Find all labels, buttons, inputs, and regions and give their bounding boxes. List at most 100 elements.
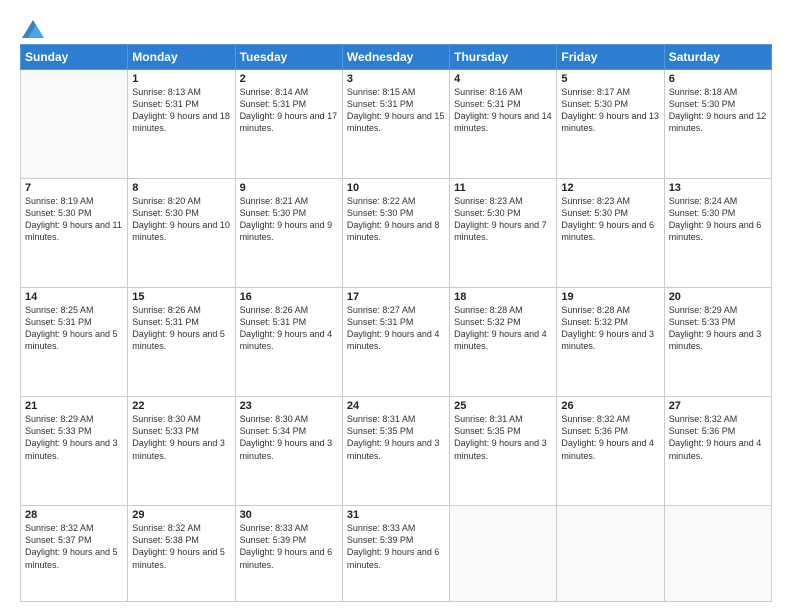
weekday-header-saturday: Saturday [664,45,771,70]
calendar-cell: 29Sunrise: 8:32 AMSunset: 5:38 PMDayligh… [128,506,235,602]
cell-info: Sunrise: 8:30 AMSunset: 5:34 PMDaylight:… [240,413,338,462]
calendar-cell: 16Sunrise: 8:26 AMSunset: 5:31 PMDayligh… [235,288,342,397]
calendar-cell: 5Sunrise: 8:17 AMSunset: 5:30 PMDaylight… [557,70,664,179]
calendar-cell [664,506,771,602]
weekday-header-monday: Monday [128,45,235,70]
day-number: 10 [347,182,445,194]
day-number: 16 [240,291,338,303]
calendar-cell: 25Sunrise: 8:31 AMSunset: 5:35 PMDayligh… [450,397,557,506]
day-number: 26 [561,400,659,412]
calendar-cell: 28Sunrise: 8:32 AMSunset: 5:37 PMDayligh… [21,506,128,602]
calendar-cell: 15Sunrise: 8:26 AMSunset: 5:31 PMDayligh… [128,288,235,397]
day-number: 13 [669,182,767,194]
calendar-cell: 4Sunrise: 8:16 AMSunset: 5:31 PMDaylight… [450,70,557,179]
calendar-cell: 2Sunrise: 8:14 AMSunset: 5:31 PMDaylight… [235,70,342,179]
calendar-cell: 10Sunrise: 8:22 AMSunset: 5:30 PMDayligh… [342,179,449,288]
calendar-cell [450,506,557,602]
day-number: 11 [454,182,552,194]
cell-info: Sunrise: 8:22 AMSunset: 5:30 PMDaylight:… [347,195,445,244]
day-number: 25 [454,400,552,412]
day-number: 15 [132,291,230,303]
calendar-cell: 26Sunrise: 8:32 AMSunset: 5:36 PMDayligh… [557,397,664,506]
day-number: 2 [240,73,338,85]
cell-info: Sunrise: 8:23 AMSunset: 5:30 PMDaylight:… [454,195,552,244]
cell-info: Sunrise: 8:27 AMSunset: 5:31 PMDaylight:… [347,304,445,353]
weekday-header-thursday: Thursday [450,45,557,70]
day-number: 8 [132,182,230,194]
calendar-cell [557,506,664,602]
calendar-cell: 11Sunrise: 8:23 AMSunset: 5:30 PMDayligh… [450,179,557,288]
cell-info: Sunrise: 8:19 AMSunset: 5:30 PMDaylight:… [25,195,123,244]
day-number: 18 [454,291,552,303]
cell-info: Sunrise: 8:33 AMSunset: 5:39 PMDaylight:… [347,522,445,571]
calendar-cell: 21Sunrise: 8:29 AMSunset: 5:33 PMDayligh… [21,397,128,506]
calendar-cell: 12Sunrise: 8:23 AMSunset: 5:30 PMDayligh… [557,179,664,288]
calendar-cell: 22Sunrise: 8:30 AMSunset: 5:33 PMDayligh… [128,397,235,506]
calendar-cell: 14Sunrise: 8:25 AMSunset: 5:31 PMDayligh… [21,288,128,397]
day-number: 5 [561,73,659,85]
day-number: 30 [240,509,338,521]
day-number: 7 [25,182,123,194]
calendar-week-5: 28Sunrise: 8:32 AMSunset: 5:37 PMDayligh… [21,506,772,602]
day-number: 27 [669,400,767,412]
day-number: 24 [347,400,445,412]
calendar-cell: 6Sunrise: 8:18 AMSunset: 5:30 PMDaylight… [664,70,771,179]
weekday-header-sunday: Sunday [21,45,128,70]
day-number: 29 [132,509,230,521]
cell-info: Sunrise: 8:33 AMSunset: 5:39 PMDaylight:… [240,522,338,571]
cell-info: Sunrise: 8:31 AMSunset: 5:35 PMDaylight:… [347,413,445,462]
cell-info: Sunrise: 8:32 AMSunset: 5:37 PMDaylight:… [25,522,123,571]
logo-icon [22,20,44,38]
day-number: 19 [561,291,659,303]
day-number: 31 [347,509,445,521]
calendar-cell: 27Sunrise: 8:32 AMSunset: 5:36 PMDayligh… [664,397,771,506]
calendar-cell: 9Sunrise: 8:21 AMSunset: 5:30 PMDaylight… [235,179,342,288]
calendar-cell: 31Sunrise: 8:33 AMSunset: 5:39 PMDayligh… [342,506,449,602]
calendar-cell: 3Sunrise: 8:15 AMSunset: 5:31 PMDaylight… [342,70,449,179]
day-number: 9 [240,182,338,194]
calendar-cell: 23Sunrise: 8:30 AMSunset: 5:34 PMDayligh… [235,397,342,506]
calendar-table: SundayMondayTuesdayWednesdayThursdayFrid… [20,44,772,602]
calendar-cell: 13Sunrise: 8:24 AMSunset: 5:30 PMDayligh… [664,179,771,288]
cell-info: Sunrise: 8:25 AMSunset: 5:31 PMDaylight:… [25,304,123,353]
cell-info: Sunrise: 8:26 AMSunset: 5:31 PMDaylight:… [132,304,230,353]
cell-info: Sunrise: 8:32 AMSunset: 5:38 PMDaylight:… [132,522,230,571]
cell-info: Sunrise: 8:30 AMSunset: 5:33 PMDaylight:… [132,413,230,462]
day-number: 20 [669,291,767,303]
cell-info: Sunrise: 8:24 AMSunset: 5:30 PMDaylight:… [669,195,767,244]
logo [20,18,44,34]
calendar-cell: 24Sunrise: 8:31 AMSunset: 5:35 PMDayligh… [342,397,449,506]
day-number: 6 [669,73,767,85]
cell-info: Sunrise: 8:13 AMSunset: 5:31 PMDaylight:… [132,86,230,135]
cell-info: Sunrise: 8:14 AMSunset: 5:31 PMDaylight:… [240,86,338,135]
weekday-header-wednesday: Wednesday [342,45,449,70]
cell-info: Sunrise: 8:21 AMSunset: 5:30 PMDaylight:… [240,195,338,244]
header [20,18,772,34]
cell-info: Sunrise: 8:32 AMSunset: 5:36 PMDaylight:… [669,413,767,462]
calendar-week-2: 7Sunrise: 8:19 AMSunset: 5:30 PMDaylight… [21,179,772,288]
calendar-cell: 17Sunrise: 8:27 AMSunset: 5:31 PMDayligh… [342,288,449,397]
calendar-cell: 7Sunrise: 8:19 AMSunset: 5:30 PMDaylight… [21,179,128,288]
cell-info: Sunrise: 8:28 AMSunset: 5:32 PMDaylight:… [454,304,552,353]
calendar-week-4: 21Sunrise: 8:29 AMSunset: 5:33 PMDayligh… [21,397,772,506]
cell-info: Sunrise: 8:29 AMSunset: 5:33 PMDaylight:… [25,413,123,462]
day-number: 17 [347,291,445,303]
day-number: 3 [347,73,445,85]
day-number: 4 [454,73,552,85]
weekday-header-row: SundayMondayTuesdayWednesdayThursdayFrid… [21,45,772,70]
cell-info: Sunrise: 8:23 AMSunset: 5:30 PMDaylight:… [561,195,659,244]
cell-info: Sunrise: 8:29 AMSunset: 5:33 PMDaylight:… [669,304,767,353]
cell-info: Sunrise: 8:31 AMSunset: 5:35 PMDaylight:… [454,413,552,462]
calendar-cell [21,70,128,179]
cell-info: Sunrise: 8:20 AMSunset: 5:30 PMDaylight:… [132,195,230,244]
day-number: 22 [132,400,230,412]
cell-info: Sunrise: 8:17 AMSunset: 5:30 PMDaylight:… [561,86,659,135]
day-number: 23 [240,400,338,412]
calendar-cell: 8Sunrise: 8:20 AMSunset: 5:30 PMDaylight… [128,179,235,288]
cell-info: Sunrise: 8:15 AMSunset: 5:31 PMDaylight:… [347,86,445,135]
calendar-cell: 18Sunrise: 8:28 AMSunset: 5:32 PMDayligh… [450,288,557,397]
day-number: 1 [132,73,230,85]
day-number: 28 [25,509,123,521]
calendar-cell: 20Sunrise: 8:29 AMSunset: 5:33 PMDayligh… [664,288,771,397]
calendar-week-1: 1Sunrise: 8:13 AMSunset: 5:31 PMDaylight… [21,70,772,179]
